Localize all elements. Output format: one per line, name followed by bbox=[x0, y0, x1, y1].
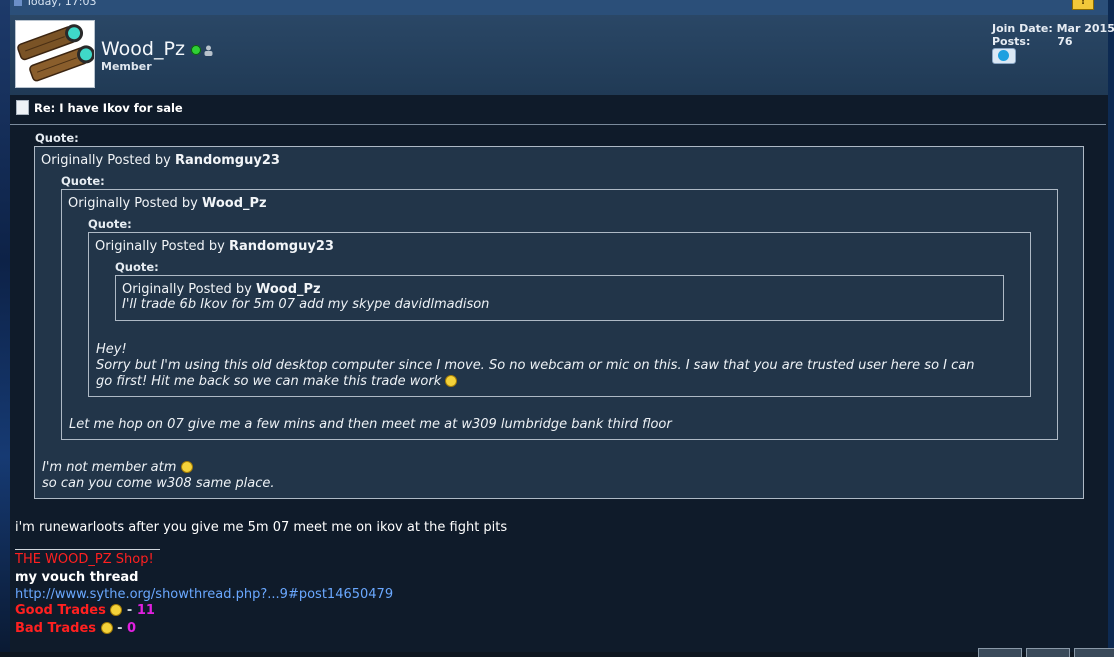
title-divider bbox=[10, 124, 1106, 125]
desktop-edge-right bbox=[1108, 0, 1114, 652]
avatar[interactable] bbox=[15, 20, 96, 88]
quote-label: Quote: bbox=[115, 260, 159, 274]
posts-label: Posts: bbox=[992, 35, 1031, 48]
wood-logs-avatar-image bbox=[16, 21, 96, 87]
smile-icon bbox=[445, 375, 458, 387]
grin-icon bbox=[110, 604, 123, 616]
user-rank: Member bbox=[101, 60, 152, 73]
skype-icon[interactable] bbox=[992, 48, 1016, 64]
quote-label: Quote: bbox=[61, 174, 105, 188]
signature-bad-trades: Bad Trades - 0 bbox=[15, 621, 137, 636]
post-body-text: i'm runewarloots after you give me 5m 07… bbox=[15, 520, 508, 535]
quote-label: Quote: bbox=[88, 217, 132, 231]
online-status-icon bbox=[190, 45, 201, 55]
document-icon bbox=[16, 100, 29, 115]
quote-2-text: Let me hop on 07 give me a few mins and … bbox=[69, 417, 672, 432]
user-stats: Join Date: Mar 2015 Posts: 76 bbox=[992, 22, 1114, 48]
quote-header: Originally Posted by Wood_Pz bbox=[68, 196, 267, 211]
grin-icon bbox=[180, 461, 193, 473]
quote-header: Originally Posted by Randomguy23 bbox=[41, 153, 280, 168]
signature-vouch-label: my vouch thread bbox=[15, 570, 139, 585]
quote-label: Quote: bbox=[35, 131, 79, 145]
quote-3-text: Hey! Sorry but I'm using this old deskto… bbox=[96, 342, 975, 389]
user-profile-icon[interactable] bbox=[204, 39, 213, 61]
post-action-button[interactable] bbox=[978, 648, 1022, 657]
quote-text: I'll trade 6b Ikov for 5m 07 add my skyp… bbox=[122, 297, 490, 312]
quote-1-text: I'm not member atm so can you come w308 … bbox=[42, 460, 275, 491]
report-post-icon[interactable]: ! bbox=[1072, 0, 1094, 10]
post-header-bar: Today, 17:03 ! bbox=[10, 0, 1108, 16]
posts-value: 76 bbox=[1057, 35, 1073, 48]
post-action-button[interactable] bbox=[1074, 648, 1114, 657]
signature-divider bbox=[15, 549, 160, 550]
join-date-value: Mar 2015 bbox=[1056, 22, 1114, 35]
sad-icon bbox=[100, 622, 113, 634]
post-date: Today, 17:03 bbox=[14, 0, 97, 8]
signature-vouch-link[interactable]: http://www.sythe.org/showthread.php?...9… bbox=[15, 587, 393, 602]
quote-block-4: Originally Posted by Wood_Pz I'll trade … bbox=[115, 275, 1004, 321]
post-title: Re: I have Ikov for sale bbox=[16, 100, 183, 115]
user-info-bar: Wood_Pz Member Join Date: Mar 2015 Posts… bbox=[10, 15, 1114, 95]
username[interactable]: Wood_Pz bbox=[101, 38, 213, 61]
quote-header: Originally Posted by Randomguy23 bbox=[95, 239, 334, 254]
join-date-label: Join Date: bbox=[992, 22, 1053, 35]
desktop-edge-left bbox=[0, 0, 10, 652]
date-icon bbox=[14, 0, 22, 6]
good-trades-count: 11 bbox=[136, 603, 155, 618]
post-content: Re: I have Ikov for sale Quote: Original… bbox=[10, 95, 1114, 657]
quote-header: Originally Posted by Wood_Pz bbox=[122, 282, 321, 297]
post-action-button[interactable] bbox=[1026, 648, 1070, 657]
bad-trades-count: 0 bbox=[127, 621, 137, 636]
signature-shop-name: THE WOOD_PZ Shop! bbox=[15, 552, 154, 567]
signature-good-trades: Good Trades - 11 bbox=[15, 603, 155, 618]
